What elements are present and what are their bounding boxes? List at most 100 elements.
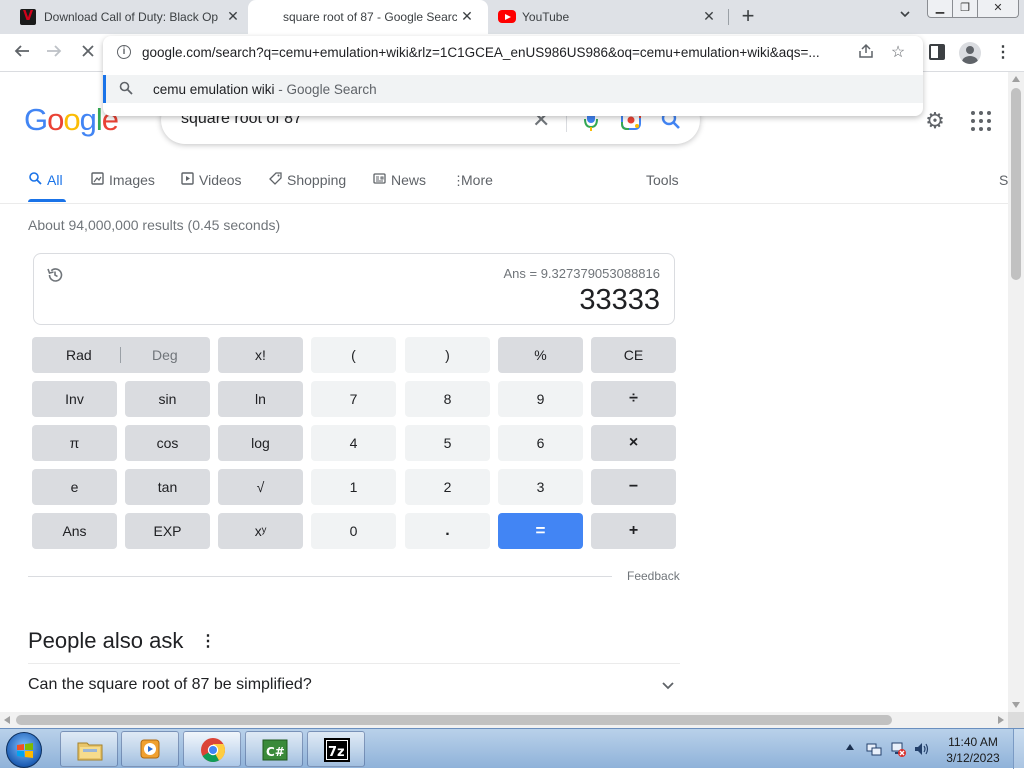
scroll-thumb[interactable] xyxy=(1011,88,1021,280)
address-bar[interactable]: i google.com/search?q=cemu+emulation+wik… xyxy=(103,36,923,116)
key-pi[interactable]: π xyxy=(32,425,117,461)
scroll-thumb[interactable] xyxy=(16,715,892,725)
filter-news[interactable]: News xyxy=(372,172,426,192)
info-icon[interactable]: i xyxy=(117,45,131,59)
key-exp[interactable]: EXP xyxy=(125,513,210,549)
feedback-link[interactable]: Feedback xyxy=(627,569,680,583)
key-divide[interactable]: ÷ xyxy=(591,381,676,417)
scroll-down-arrow[interactable] xyxy=(1012,702,1020,708)
key-7[interactable]: 7 xyxy=(311,381,396,417)
google-apps-icon[interactable] xyxy=(971,111,991,131)
key-ln[interactable]: ln xyxy=(218,381,303,417)
start-button[interactable] xyxy=(6,732,42,768)
url-text[interactable]: google.com/search?q=cemu+emulation+wiki&… xyxy=(142,45,847,60)
related-question[interactable]: Can the square root of 87 be simplified? xyxy=(28,676,312,694)
profile-icon[interactable] xyxy=(959,42,981,64)
volume-icon[interactable] xyxy=(914,741,930,757)
minimize-button[interactable]: ▁ xyxy=(927,0,953,18)
scroll-left-arrow[interactable] xyxy=(4,716,10,724)
star-icon[interactable]: ☆ xyxy=(889,42,907,61)
taskbar-7zip[interactable]: 7z xyxy=(307,731,365,767)
filter-more[interactable]: ⋮More xyxy=(452,172,493,192)
kebab-menu-icon[interactable]: ⋮ xyxy=(200,633,216,651)
deg-label[interactable]: Deg xyxy=(152,347,178,363)
key-log[interactable]: log xyxy=(218,425,303,461)
key-add[interactable]: + xyxy=(591,513,676,549)
stop-loading-icon[interactable] xyxy=(77,42,99,64)
close-tab-icon[interactable]: ✕ xyxy=(458,7,476,25)
key-sqrt[interactable]: √ xyxy=(218,469,303,505)
key-tan[interactable]: tan xyxy=(125,469,210,505)
tab-title: square root of 87 - Google Searc xyxy=(283,10,457,24)
side-panel-icon[interactable] xyxy=(929,44,945,60)
scroll-right-arrow[interactable] xyxy=(998,716,1004,724)
scroll-up-arrow[interactable] xyxy=(1012,76,1020,82)
gear-icon[interactable]: ⚙ xyxy=(923,109,947,133)
clock-date[interactable]: 3/12/2023 xyxy=(940,751,1006,765)
key-subtract[interactable]: − xyxy=(591,469,676,505)
taskbar-media-player[interactable] xyxy=(121,731,179,767)
filter-images[interactable]: Images xyxy=(90,172,155,192)
show-hidden-icons-arrow[interactable] xyxy=(846,744,854,750)
action-center-icon[interactable] xyxy=(866,741,882,757)
omnibox-suggestion[interactable]: cemu emulation wiki - Google Search xyxy=(103,75,923,103)
key-power[interactable]: xʸ xyxy=(218,513,303,549)
key-clear-entry[interactable]: CE xyxy=(591,337,676,373)
key-1[interactable]: 1 xyxy=(311,469,396,505)
key-decimal[interactable]: . xyxy=(405,513,490,549)
key-open-paren[interactable]: ( xyxy=(311,337,396,373)
vertical-scrollbar[interactable] xyxy=(1008,72,1024,712)
rad-label[interactable]: Rad xyxy=(66,347,92,363)
clock-time[interactable]: 11:40 AM xyxy=(940,735,1006,749)
tab-youtube[interactable]: YouTube ✕ xyxy=(488,0,728,34)
tab-download-cod[interactable]: Download Call of Duty: Black Op ✕ xyxy=(8,0,248,34)
key-5[interactable]: 5 xyxy=(405,425,490,461)
show-desktop-button[interactable] xyxy=(1013,729,1024,769)
share-icon[interactable] xyxy=(857,43,875,61)
key-6[interactable]: 6 xyxy=(498,425,583,461)
close-tab-icon[interactable]: ✕ xyxy=(224,7,242,25)
key-close-paren[interactable]: ) xyxy=(405,337,490,373)
key-sin[interactable]: sin xyxy=(125,381,210,417)
close-tab-icon[interactable]: ✕ xyxy=(700,7,718,25)
close-window-button[interactable]: ✕ xyxy=(977,0,1019,18)
key-multiply[interactable]: × xyxy=(591,425,676,461)
filter-videos[interactable]: Videos xyxy=(180,172,242,192)
key-8[interactable]: 8 xyxy=(405,381,490,417)
filter-all[interactable]: All xyxy=(28,172,63,192)
key-4[interactable]: 4 xyxy=(311,425,396,461)
filter-label: More xyxy=(461,172,493,188)
arrow-right-icon[interactable] xyxy=(43,42,65,64)
key-factorial[interactable]: x! xyxy=(218,337,303,373)
kebab-menu-icon[interactable]: ⋮ xyxy=(995,42,1011,64)
filter-shopping[interactable]: Shopping xyxy=(268,172,346,192)
history-icon[interactable] xyxy=(46,266,64,284)
key-0[interactable]: 0 xyxy=(311,513,396,549)
restore-button[interactable]: ❐ xyxy=(952,0,978,18)
url-row[interactable]: i google.com/search?q=cemu+emulation+wik… xyxy=(103,36,923,70)
tools-button[interactable]: Tools xyxy=(646,172,679,188)
taskbar-explorer[interactable] xyxy=(60,731,118,767)
horizontal-scrollbar[interactable] xyxy=(0,712,1008,728)
key-2[interactable]: 2 xyxy=(405,469,490,505)
new-tab-button[interactable]: + xyxy=(737,5,759,28)
key-percent[interactable]: % xyxy=(498,337,583,373)
key-ans[interactable]: Ans xyxy=(32,513,117,549)
chevron-down-icon[interactable] xyxy=(660,678,676,694)
network-icon[interactable] xyxy=(890,741,906,757)
key-cos[interactable]: cos xyxy=(125,425,210,461)
key-9[interactable]: 9 xyxy=(498,381,583,417)
taskbar-chrome[interactable] xyxy=(183,731,241,767)
taskbar-csharp[interactable]: C# xyxy=(245,731,303,767)
arrow-left-icon[interactable] xyxy=(11,42,33,64)
tab-square-root[interactable]: square root of 87 - Google Searc ✕ xyxy=(248,0,488,34)
key-e[interactable]: e xyxy=(32,469,117,505)
logo-letter: g xyxy=(79,102,97,137)
key-equals[interactable]: = xyxy=(498,513,583,549)
tab-search-icon[interactable] xyxy=(896,7,914,25)
rad-deg-toggle[interactable]: Rad Deg xyxy=(32,337,210,373)
windows-logo-icon xyxy=(17,743,33,758)
key-3[interactable]: 3 xyxy=(498,469,583,505)
safesearch-partial[interactable]: S xyxy=(999,172,1008,188)
key-inverse[interactable]: Inv xyxy=(32,381,117,417)
